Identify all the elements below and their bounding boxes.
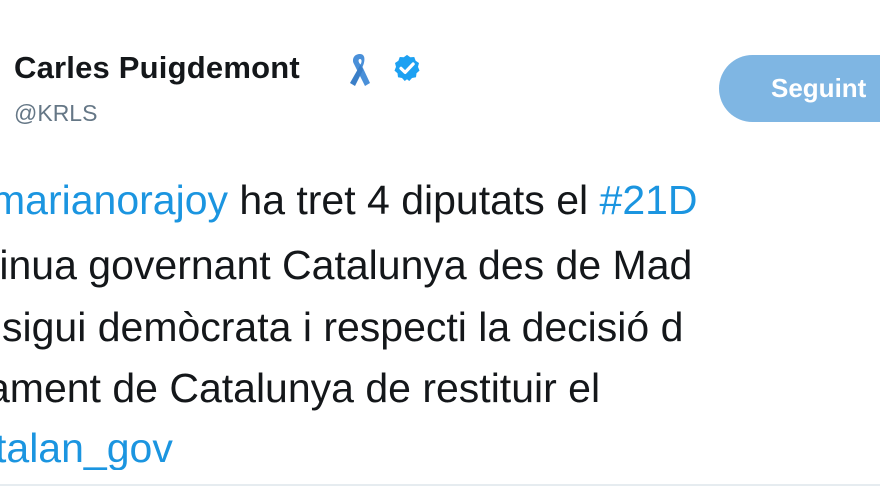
tweet-text-segment: tinua governant Catalunya des de Mad (0, 242, 693, 288)
mention-link[interactable]: marianorajoy (0, 177, 228, 223)
verified-badge-icon (394, 54, 420, 81)
following-button[interactable]: Seguint (719, 55, 880, 122)
tweet-line-4: ament de Catalunya de restituir el (0, 363, 600, 413)
tweet-text: marianorajoy ha tret 4 diputats el #21D … (0, 170, 880, 470)
divider (0, 484, 880, 486)
mention-link[interactable]: talan_gov (0, 425, 173, 470)
tweet-header: Carles Puigdemont @KRLS Seguint (0, 0, 880, 140)
ribbon-icon (350, 54, 370, 86)
hashtag-link[interactable]: #21D (600, 177, 698, 223)
tweet-line-3: sigui demòcrata i respecti la decisió d (2, 302, 683, 352)
user-display-name[interactable]: Carles Puigdemont (14, 50, 300, 86)
user-handle[interactable]: @KRLS (14, 100, 97, 127)
tweet-text-segment: ha tret 4 diputats el (228, 177, 600, 223)
tweet-text-segment: ament de Catalunya de restituir el (0, 365, 601, 411)
tweet-text-segment: sigui demòcrata i respecti la decisió d (2, 304, 684, 350)
tweet-line-5: talan_gov (0, 423, 173, 470)
tweet-line-2: tinua governant Catalunya des de Mad (0, 240, 692, 290)
tweet-line-1: marianorajoy ha tret 4 diputats el #21D (0, 175, 698, 225)
